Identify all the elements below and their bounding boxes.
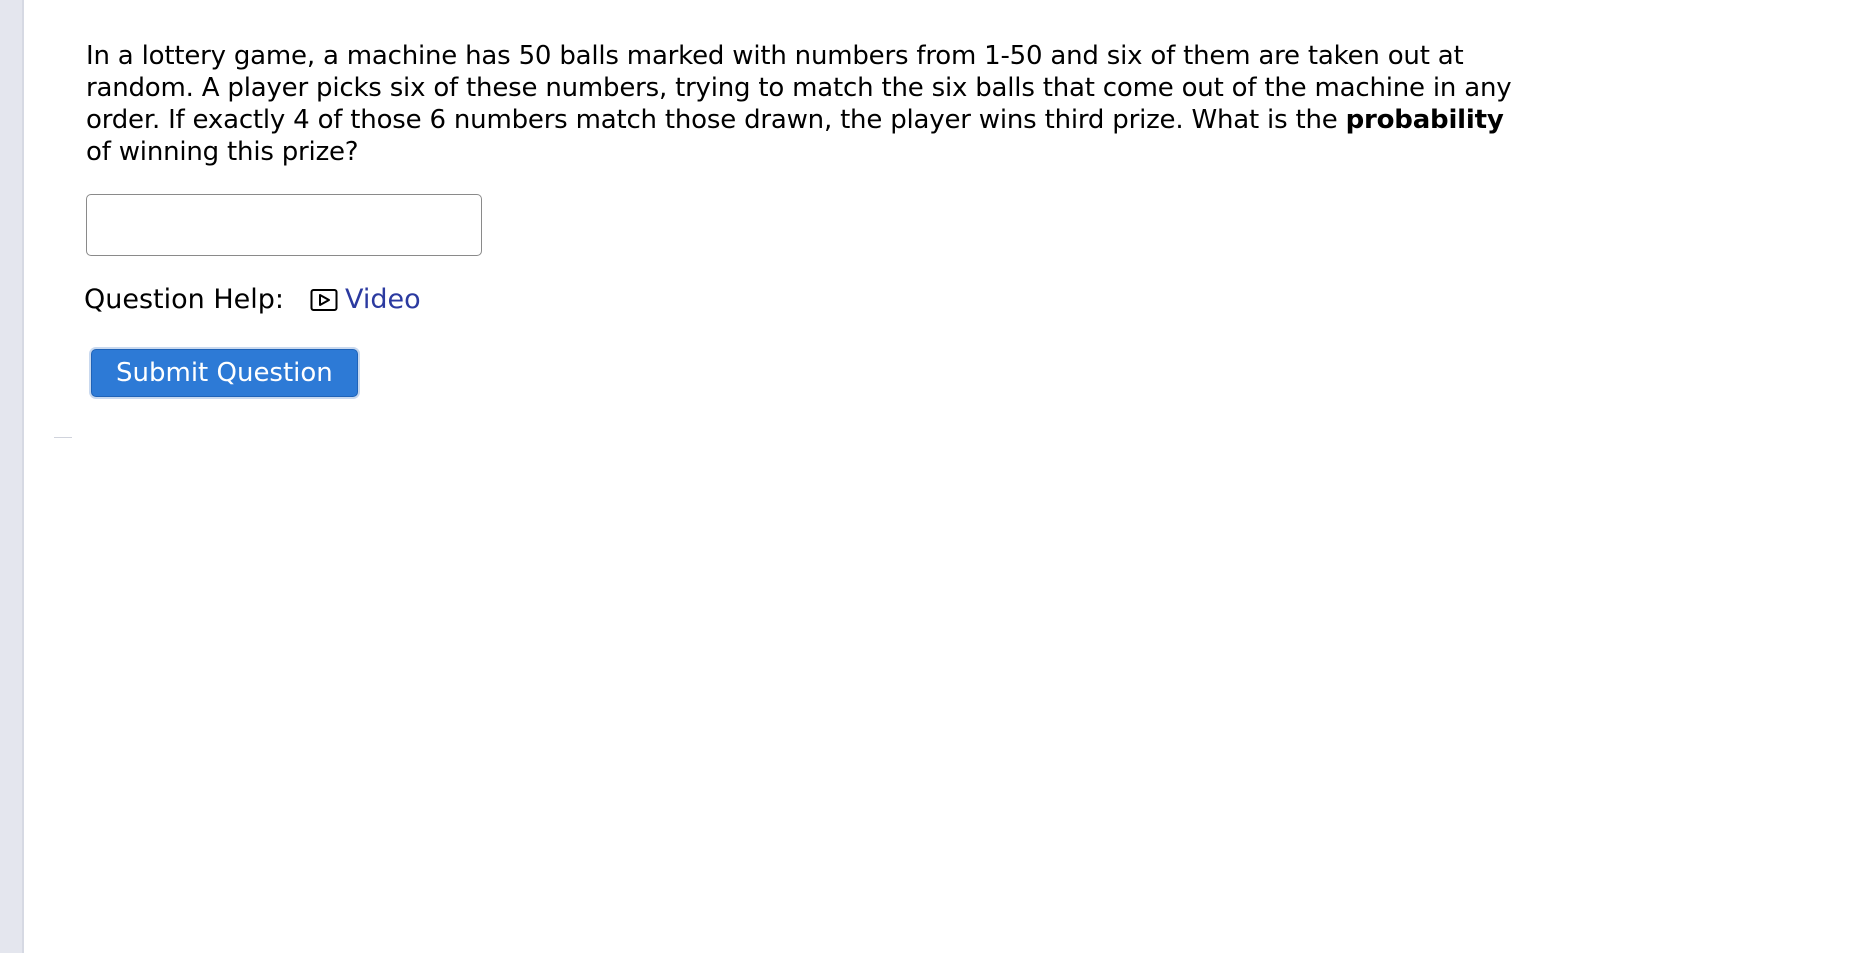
question-help-label: Question Help: (84, 284, 284, 315)
question-help-row: Question Help: Video (84, 284, 1516, 315)
question-bold-term: probability (1345, 105, 1504, 135)
video-help-link[interactable]: Video (310, 284, 421, 315)
question-text-part-1: In a lottery game, a machine has 50 ball… (86, 41, 1512, 135)
submit-question-button[interactable]: Submit Question (91, 349, 358, 397)
question-container: In a lottery game, a machine has 50 ball… (84, 40, 1516, 397)
left-rail (0, 0, 24, 953)
divider (54, 437, 72, 438)
question-text: In a lottery game, a machine has 50 ball… (86, 40, 1516, 168)
video-link-label: Video (345, 284, 421, 315)
answer-input[interactable] (86, 194, 482, 256)
play-video-icon (310, 288, 338, 311)
question-text-part-2: of winning this prize? (86, 137, 359, 167)
